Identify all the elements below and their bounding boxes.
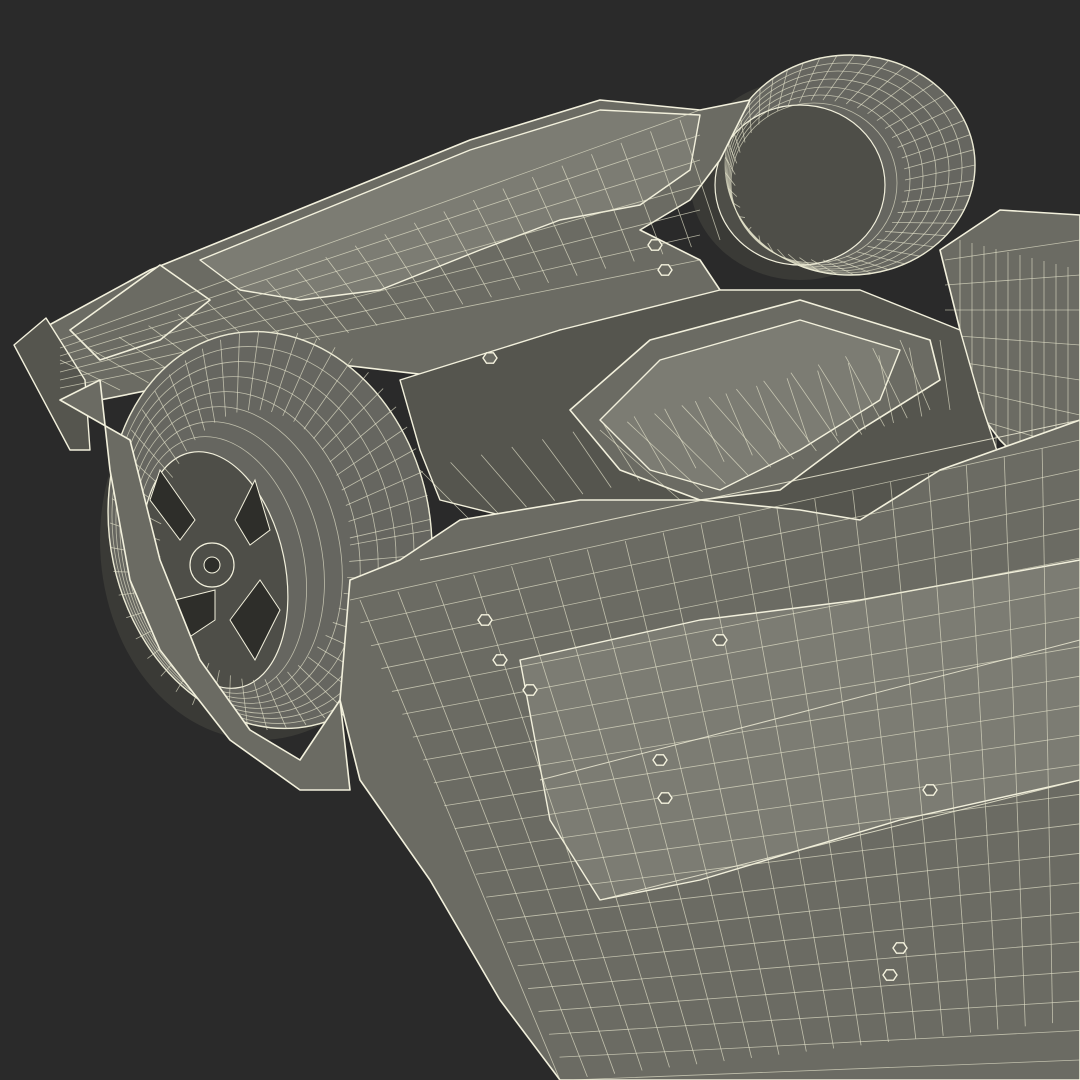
hex-bolt — [477, 614, 493, 626]
hex-bolt — [882, 969, 898, 981]
hex-bolt — [647, 239, 663, 251]
hex-bolt — [522, 684, 538, 696]
hex-bolt — [482, 352, 498, 364]
hex-bolt — [657, 792, 673, 804]
hex-bolt — [922, 784, 938, 796]
hex-bolt — [657, 264, 673, 276]
wireframe-model — [13, 54, 1080, 1080]
rear-wheel — [690, 54, 976, 280]
hex-bolt — [712, 634, 728, 646]
hex-bolt — [892, 942, 908, 954]
render-viewport — [0, 0, 1080, 1080]
hex-bolt — [492, 654, 508, 666]
hex-bolt — [652, 754, 668, 766]
